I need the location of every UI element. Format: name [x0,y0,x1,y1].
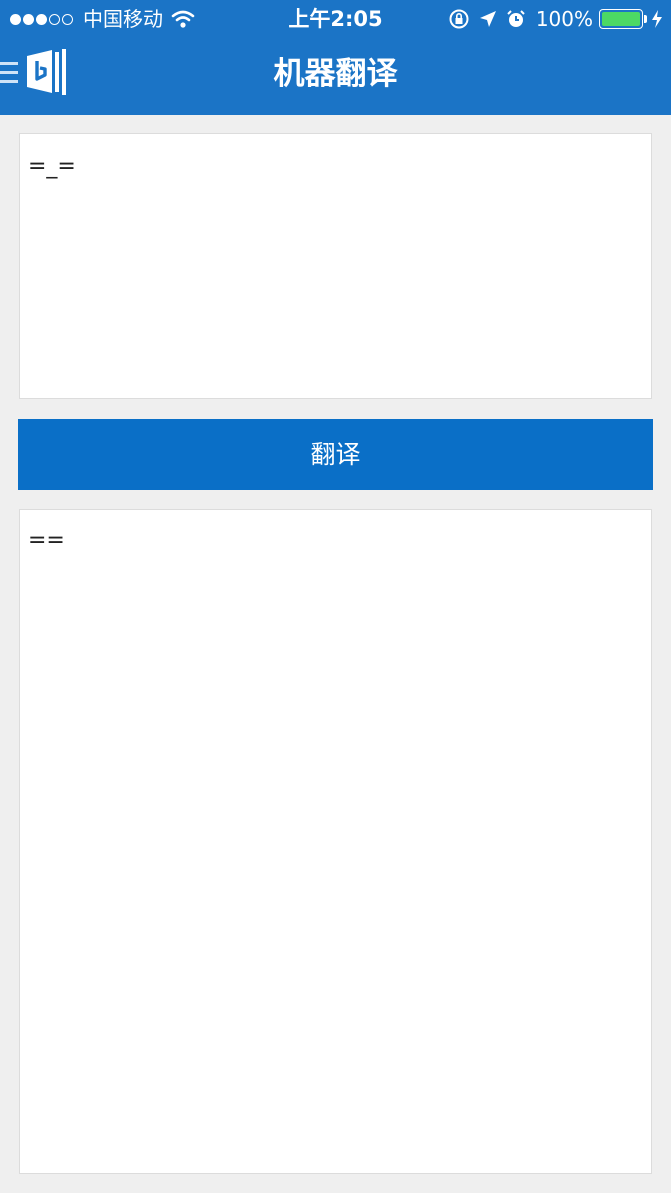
charging-bolt-icon [652,10,662,28]
status-right: 100% [440,6,663,32]
orientation-lock-icon [449,9,469,29]
app-header: 中国移动 上午2:05 100% 机器翻译 [0,0,671,115]
translation-result: == [19,509,652,1174]
translate-button[interactable]: 翻译 [18,419,653,490]
battery-tip [644,15,647,23]
battery-percent: 100% [535,7,593,31]
location-icon [479,11,496,27]
page-title: 机器翻译 [273,56,398,92]
alarm-icon [507,10,525,27]
battery-level [602,12,640,26]
screen: 中国移动 上午2:05 100% 机器翻译 =_= 翻译 == [0,0,671,1193]
battery-icon [599,9,643,29]
status-bar: 中国移动 上午2:05 100% [0,0,671,38]
source-text-input[interactable]: =_= [19,133,652,399]
